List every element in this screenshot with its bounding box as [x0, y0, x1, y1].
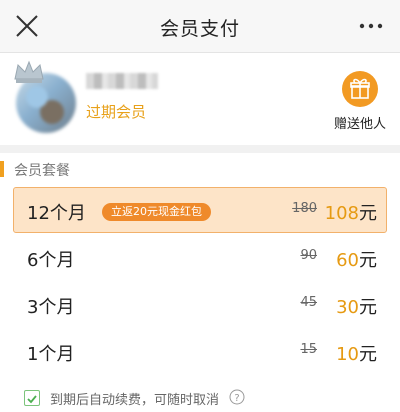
package-name: 6个月: [27, 250, 75, 271]
original-price: 90: [300, 248, 317, 263]
member-status: 过期会员: [86, 103, 147, 121]
package-name: 1个月: [27, 344, 75, 365]
gift-label: 赠送他人: [333, 117, 386, 132]
section-divider: [0, 145, 400, 153]
package-list: 12个月 立返20元现金红包 180 108元 6个月 90 60元 3个月 4…: [13, 187, 387, 374]
help-icon[interactable]: ?: [229, 389, 245, 405]
auto-renew-row: 到期后自动续费，可随时取消 ?: [24, 388, 384, 410]
more-button[interactable]: [356, 14, 386, 38]
avatar-container: [12, 59, 82, 139]
package-price: 60元: [336, 250, 377, 271]
username-redacted: [86, 73, 158, 89]
original-price: 45: [300, 295, 317, 310]
crown-icon: [14, 60, 44, 83]
package-name: 12个月: [27, 203, 86, 224]
package-section-header: 会员套餐: [0, 153, 400, 183]
top-bar: 会员支付: [0, 0, 400, 53]
svg-text:?: ?: [234, 393, 239, 404]
package-name: 3个月: [27, 297, 75, 318]
promo-badge: 立返20元现金红包: [102, 203, 211, 221]
original-price: 15: [300, 342, 317, 357]
package-price: 30元: [336, 297, 377, 318]
check-icon: [27, 395, 37, 404]
gift-icon: [342, 71, 378, 107]
section-accent-bar: [0, 161, 4, 177]
package-price: 10元: [336, 344, 377, 365]
original-price: 180: [292, 201, 317, 216]
auto-renew-text: 到期后自动续费，可随时取消: [50, 393, 220, 408]
user-panel: 过期会员 赠送他人: [0, 53, 400, 145]
package-1-month[interactable]: 1个月 15 10元: [13, 328, 387, 374]
package-3-months[interactable]: 3个月 45 30元: [13, 281, 387, 327]
package-6-months[interactable]: 6个月 90 60元: [13, 234, 387, 280]
gift-button[interactable]: 赠送他人: [330, 71, 390, 135]
page-title: 会员支付: [159, 18, 240, 40]
auto-renew-checkbox[interactable]: [24, 390, 40, 406]
package-12-months[interactable]: 12个月 立返20元现金红包 180 108元: [13, 187, 387, 233]
more-icon: [359, 23, 383, 29]
section-title: 会员套餐: [14, 163, 70, 179]
package-price: 108元: [324, 203, 377, 224]
